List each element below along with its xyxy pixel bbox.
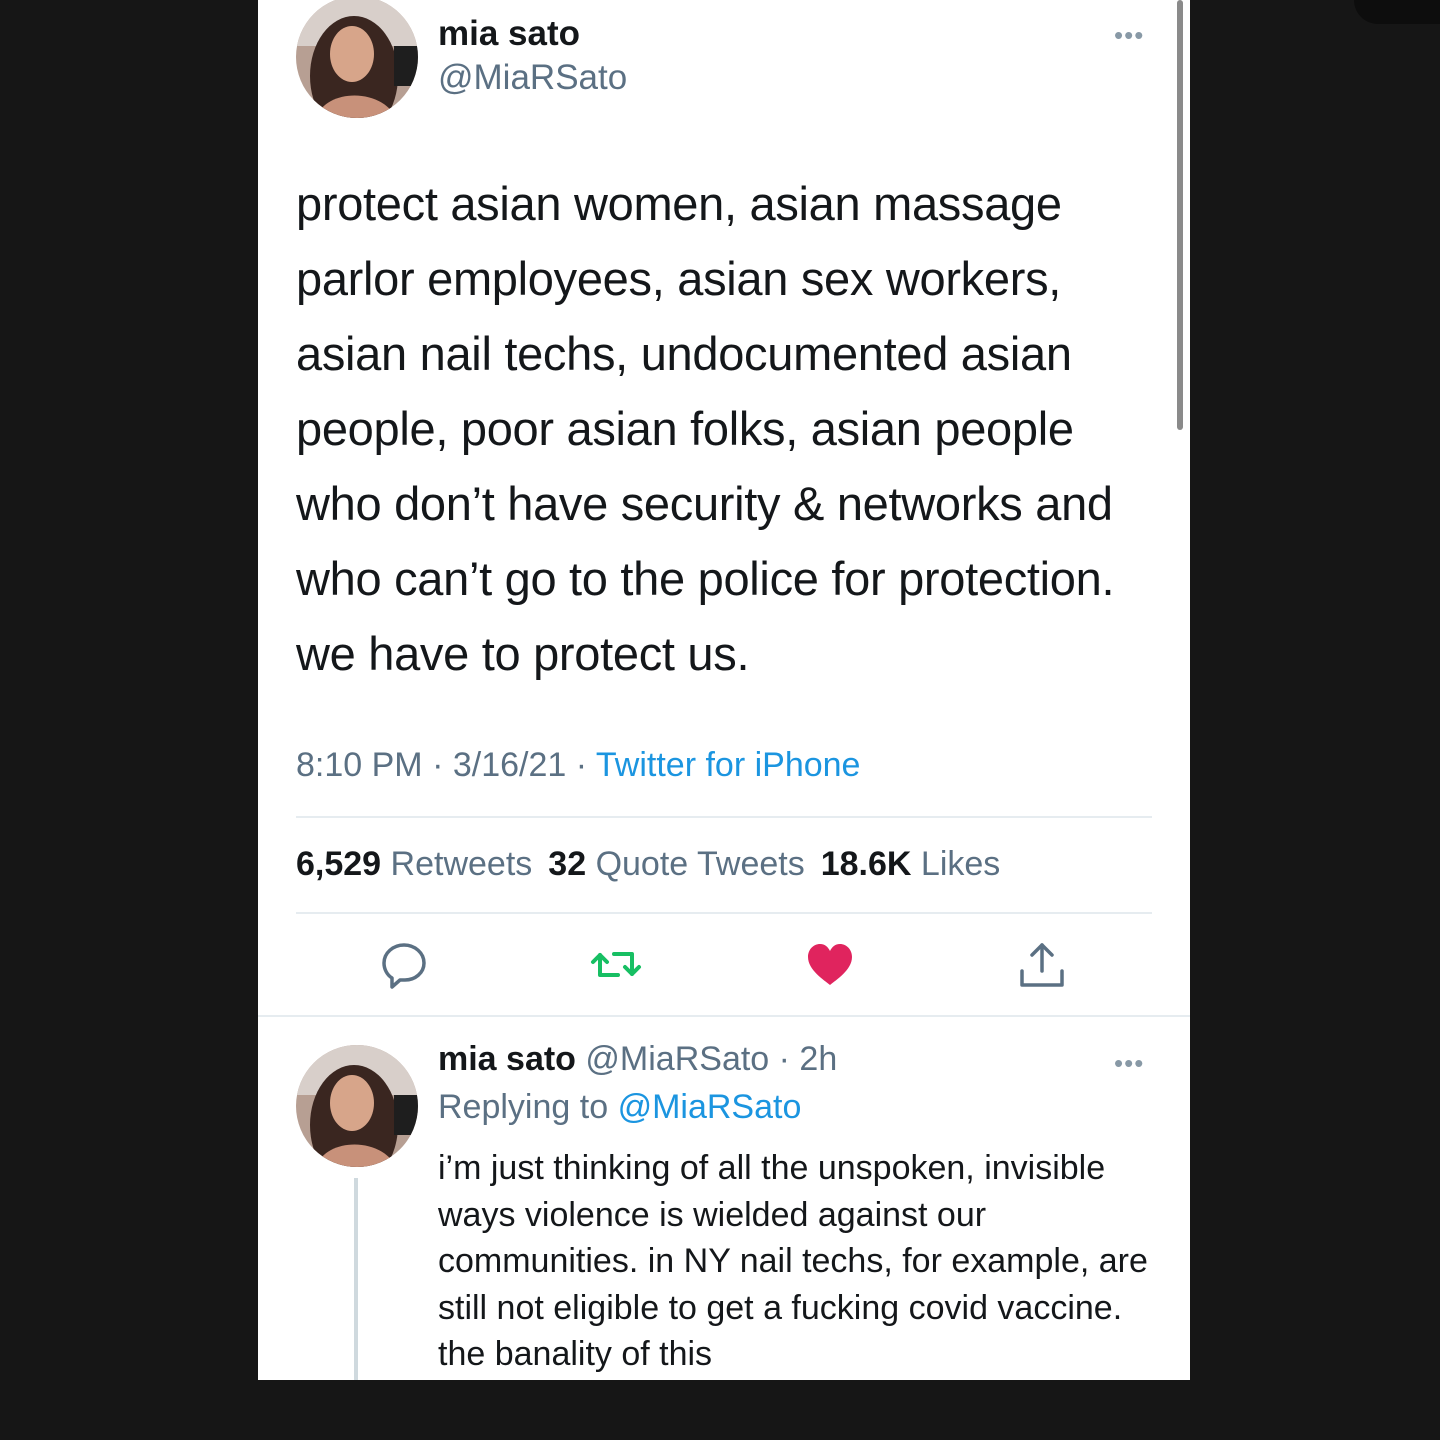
reply-author-name[interactable]: mia sato — [438, 1040, 576, 1078]
meta-separator: · — [422, 746, 453, 784]
reply-author-handle[interactable]: @MiaRSato — [585, 1040, 769, 1078]
quotes-count: 32 — [548, 845, 587, 883]
retweets-label: Retweets — [390, 845, 533, 883]
author-name[interactable]: mia sato — [438, 14, 580, 54]
thread-line — [354, 1178, 358, 1380]
tweet-source-link[interactable]: Twitter for iPhone — [596, 746, 861, 784]
retweet-arrows-icon[interactable] — [590, 939, 642, 991]
tweet-meta: 8:10 PM · 3/16/21 · Twitter for iPhone — [296, 746, 860, 785]
quotes-label: Quote Tweets — [595, 845, 805, 883]
tweet-time: 8:10 PM — [296, 746, 423, 784]
tweet-text: protect asian women, asian massage parlo… — [296, 177, 1115, 680]
tweet-actions — [258, 935, 1190, 997]
likes-stat[interactable]: 18.6K Likes — [821, 845, 1001, 883]
retweets-count: 6,529 — [296, 845, 382, 883]
avatar-photo-icon — [296, 0, 418, 118]
avatar-photo-icon — [296, 1045, 418, 1167]
reply-header: mia sato @MiaRSato · 2h — [438, 1040, 837, 1079]
background-corner-shape — [1354, 0, 1440, 24]
tweet-stats: 6,529 Retweets 32 Quote Tweets 18.6K Likes — [296, 845, 1000, 884]
divider — [296, 816, 1152, 818]
replying-to: Replying to @MiaRSato — [438, 1088, 801, 1127]
reply-time: 2h — [799, 1040, 838, 1078]
replying-to-handle-link[interactable]: @MiaRSato — [618, 1088, 802, 1126]
quotes-stat[interactable]: 32 Quote Tweets — [548, 845, 804, 883]
scrollbar[interactable] — [1177, 0, 1183, 430]
replying-prefix: Replying to — [438, 1088, 609, 1126]
reply-bubble-icon[interactable] — [378, 939, 430, 991]
divider — [258, 1015, 1190, 1017]
share-upload-icon[interactable] — [1016, 939, 1068, 991]
likes-count: 18.6K — [820, 845, 912, 883]
tweet-card: mia sato @MiaRSato ••• protect asian wom… — [258, 0, 1190, 1380]
reply-text: i’m just thinking of all the unspoken, i… — [438, 1149, 1148, 1373]
author-handle[interactable]: @MiaRSato — [438, 58, 627, 98]
tweet-date: 3/16/21 — [452, 746, 567, 784]
meta-separator: · — [769, 1040, 800, 1078]
heart-filled-icon[interactable] — [804, 939, 856, 991]
meta-separator: · — [566, 746, 596, 784]
divider — [296, 912, 1152, 914]
reply-author-avatar[interactable] — [296, 1045, 418, 1167]
author-avatar[interactable] — [296, 0, 418, 118]
reply-more-options-icon[interactable]: ••• — [1114, 1050, 1144, 1076]
more-options-icon[interactable]: ••• — [1114, 22, 1144, 48]
likes-label: Likes — [920, 845, 1001, 883]
retweets-stat[interactable]: 6,529 Retweets — [296, 845, 532, 883]
